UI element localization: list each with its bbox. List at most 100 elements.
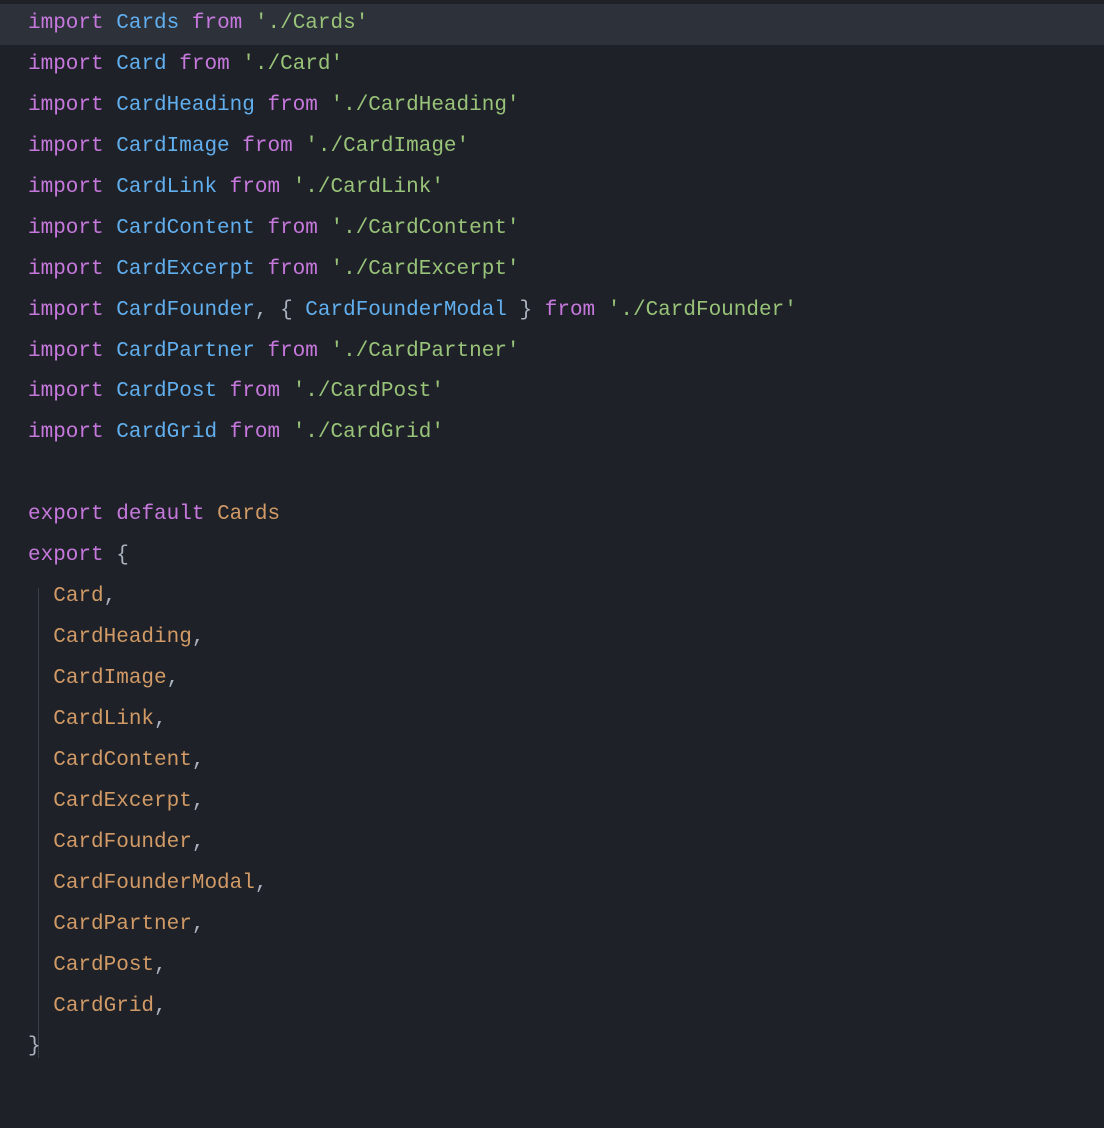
token-orange: CardGrid — [53, 995, 154, 1018]
token-type: CardContent — [116, 217, 255, 240]
token-punct — [318, 258, 331, 281]
token-keyword: export — [28, 503, 104, 526]
token-punct: , — [255, 872, 268, 895]
code-line[interactable]: CardGrid, — [28, 987, 1104, 1028]
code-line[interactable]: import CardLink from './CardLink' — [28, 168, 1104, 209]
token-punct: , — [154, 708, 167, 731]
token-keyword: from — [267, 94, 317, 117]
token-punct — [318, 340, 331, 363]
token-punct — [104, 94, 117, 117]
code-line[interactable]: export { — [28, 536, 1104, 577]
token-keyword: import — [28, 53, 104, 76]
token-string: './CardPartner' — [331, 340, 520, 363]
token-orange: CardFounderModal — [53, 872, 255, 895]
token-keyword: from — [230, 380, 280, 403]
code-line[interactable]: CardExcerpt, — [28, 782, 1104, 823]
token-orange: CardContent — [53, 749, 192, 772]
token-string: './Card' — [242, 53, 343, 76]
code-line[interactable]: CardPost, — [28, 946, 1104, 987]
code-line[interactable]: import CardPost from './CardPost' — [28, 372, 1104, 413]
token-punct — [104, 53, 117, 76]
token-keyword: from — [242, 135, 292, 158]
token-string: './CardExcerpt' — [331, 258, 520, 281]
token-orange: CardHeading — [53, 626, 192, 649]
token-orange: CardFounder — [53, 831, 192, 854]
token-keyword: from — [267, 340, 317, 363]
token-punct: , — [154, 995, 167, 1018]
token-string: './CardHeading' — [331, 94, 520, 117]
token-punct: , { — [255, 299, 305, 322]
token-keyword: import — [28, 258, 104, 281]
token-orange: Cards — [217, 503, 280, 526]
code-editor[interactable]: import Cards from './Cards'import Card f… — [0, 0, 1104, 1068]
token-punct — [179, 12, 192, 35]
token-punct — [28, 585, 53, 608]
code-line[interactable] — [28, 454, 1104, 495]
token-orange: CardImage — [53, 667, 166, 690]
token-type: CardPartner — [116, 340, 255, 363]
token-punct — [217, 380, 230, 403]
code-line[interactable]: CardContent, — [28, 741, 1104, 782]
token-punct — [28, 790, 53, 813]
token-punct — [255, 217, 268, 240]
token-punct: } — [28, 1035, 41, 1058]
code-line[interactable]: import Card from './Card' — [28, 45, 1104, 86]
token-keyword: import — [28, 12, 104, 35]
token-punct — [230, 53, 243, 76]
token-punct — [242, 12, 255, 35]
code-line[interactable]: CardHeading, — [28, 618, 1104, 659]
token-keyword: import — [28, 94, 104, 117]
code-line[interactable]: } — [28, 1027, 1104, 1068]
token-type: CardLink — [116, 176, 217, 199]
token-punct — [318, 94, 331, 117]
code-line[interactable]: CardLink, — [28, 700, 1104, 741]
token-punct — [280, 380, 293, 403]
token-keyword: import — [28, 340, 104, 363]
code-line[interactable]: import CardContent from './CardContent' — [28, 209, 1104, 250]
token-punct — [167, 53, 180, 76]
token-punct — [293, 135, 306, 158]
code-line[interactable]: Card, — [28, 577, 1104, 618]
token-orange: CardLink — [53, 708, 154, 731]
token-keyword: from — [230, 421, 280, 444]
token-punct — [104, 503, 117, 526]
token-punct — [104, 340, 117, 363]
code-line[interactable]: CardPartner, — [28, 905, 1104, 946]
code-line[interactable]: import CardImage from './CardImage' — [28, 127, 1104, 168]
token-keyword: import — [28, 421, 104, 444]
token-type: Cards — [116, 12, 179, 35]
token-keyword: from — [267, 217, 317, 240]
token-punct: , — [167, 667, 180, 690]
token-punct: , — [104, 585, 117, 608]
token-punct: , — [192, 913, 205, 936]
token-keyword: import — [28, 299, 104, 322]
code-line[interactable]: import CardExcerpt from './CardExcerpt' — [28, 250, 1104, 291]
token-punct — [104, 258, 117, 281]
code-line[interactable]: CardFounderModal, — [28, 864, 1104, 905]
token-punct — [104, 421, 117, 444]
token-string: './CardGrid' — [293, 421, 444, 444]
token-keyword: export — [28, 544, 104, 567]
token-punct — [217, 176, 230, 199]
token-punct — [28, 913, 53, 936]
token-keyword: import — [28, 176, 104, 199]
token-punct — [318, 217, 331, 240]
code-line[interactable]: import CardFounder, { CardFounderModal }… — [28, 291, 1104, 332]
token-orange: Card — [53, 585, 103, 608]
token-punct: , — [192, 831, 205, 854]
token-punct — [28, 954, 53, 977]
token-punct — [28, 626, 53, 649]
code-line[interactable]: import CardHeading from './CardHeading' — [28, 86, 1104, 127]
code-line[interactable]: import CardPartner from './CardPartner' — [28, 332, 1104, 373]
code-line[interactable]: CardFounder, — [28, 823, 1104, 864]
token-orange: CardPost — [53, 954, 154, 977]
token-type: Card — [116, 53, 166, 76]
token-punct — [255, 94, 268, 117]
code-line[interactable]: export default Cards — [28, 495, 1104, 536]
code-line[interactable]: CardImage, — [28, 659, 1104, 700]
code-line[interactable]: import CardGrid from './CardGrid' — [28, 413, 1104, 454]
code-line[interactable]: import Cards from './Cards' — [0, 4, 1104, 45]
token-keyword: import — [28, 217, 104, 240]
token-punct — [104, 217, 117, 240]
token-keyword: import — [28, 135, 104, 158]
